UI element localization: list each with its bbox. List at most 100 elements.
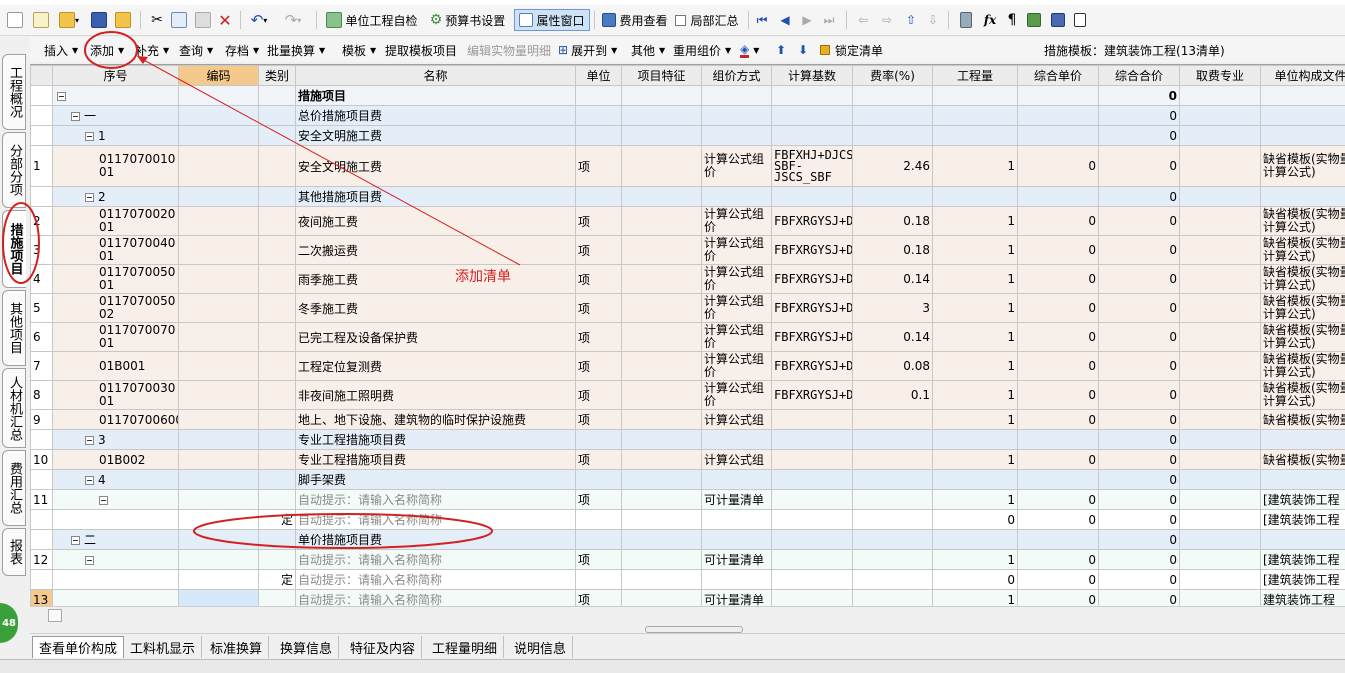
table-row[interactable]: 2 011707002001 夜间施工费项 计算公式组价FBFXRGYSJ+DJCS_…	[30, 206, 1345, 236]
price-cell[interactable]: 0	[1017, 264, 1099, 294]
code-cell[interactable]	[178, 429, 259, 450]
code-cell[interactable]	[178, 449, 259, 470]
method-cell[interactable]: 计算公式组	[701, 409, 772, 430]
type-cell[interactable]	[258, 105, 296, 126]
name-cell[interactable]: 冬季施工费	[295, 293, 576, 323]
row-number-cell[interactable]: 11	[30, 489, 53, 510]
name-cell[interactable]: 自动提示：请输入名称简称	[295, 509, 576, 530]
seq-cell[interactable]: 011707003001	[52, 380, 179, 410]
feature-cell[interactable]	[621, 206, 702, 236]
total-cell[interactable]: 0	[1098, 293, 1180, 323]
feature-cell[interactable]	[621, 429, 702, 450]
code-cell[interactable]	[178, 293, 259, 323]
save-icon[interactable]	[90, 9, 108, 31]
price-cell[interactable]: 0	[1017, 380, 1099, 410]
total-cell[interactable]: 0	[1098, 449, 1180, 470]
type-cell[interactable]: 定	[258, 509, 296, 530]
row-number-cell[interactable]: 5	[30, 293, 53, 323]
row-number-cell[interactable]: 3	[30, 235, 53, 265]
local-summary-toggle[interactable]: 局部汇总	[672, 9, 742, 31]
qty-cell[interactable]	[932, 469, 1018, 490]
file-cell[interactable]: 缺省模板(实物量计算公式)	[1260, 145, 1345, 187]
prof-cell[interactable]	[1179, 380, 1261, 410]
price-cell[interactable]: 0	[1017, 351, 1099, 381]
type-cell[interactable]	[258, 206, 296, 236]
qty-cell[interactable]	[932, 529, 1018, 550]
total-cell[interactable]: 0	[1098, 145, 1180, 187]
method-cell[interactable]: 计算公式组价	[701, 351, 772, 381]
file-cell[interactable]: 缺省模板(实物量计算公式)	[1260, 293, 1345, 323]
method-cell[interactable]: 计算公式组价	[701, 293, 772, 323]
insert-menu[interactable]: 插入 ▼	[44, 41, 78, 59]
name-cell[interactable]: 单价措施项目费	[295, 529, 576, 550]
book-icon[interactable]	[1050, 9, 1066, 31]
row-number-cell[interactable]	[30, 569, 53, 590]
rate-cell[interactable]: 0.18	[852, 206, 933, 236]
name-cell[interactable]: 脚手架费	[295, 469, 576, 490]
row-number-cell[interactable]	[30, 529, 53, 550]
type-cell[interactable]	[258, 380, 296, 410]
row-number-cell[interactable]: 4	[30, 264, 53, 294]
collapse-toggle-icon[interactable]	[99, 495, 108, 505]
edit-quantity-button[interactable]: 编辑实物量明细	[467, 41, 551, 59]
file-cell[interactable]: 缺省模板(实物量计算公式)	[1260, 322, 1345, 352]
collapse-toggle-icon[interactable]	[85, 555, 94, 565]
supplement-menu[interactable]: 补充 ▼	[135, 41, 169, 59]
feature-cell[interactable]	[621, 469, 702, 490]
unit-cell[interactable]: 项	[575, 264, 622, 294]
price-cell[interactable]: 0	[1017, 235, 1099, 265]
name-header[interactable]: 名称	[295, 65, 576, 86]
feature-cell[interactable]	[621, 322, 702, 352]
price-cell[interactable]: 0	[1017, 489, 1099, 510]
move-right-icon[interactable]: ⇨	[880, 9, 894, 31]
table-row[interactable]: 13 自动提示：请输入名称简称项可计量清单 1 0 0 建筑装饰工程	[30, 589, 1345, 606]
row-number-cell[interactable]: 12	[30, 549, 53, 570]
table-row[interactable]: 11 自动提示：请输入名称简称项可计量清单 1 0 0 [建筑装饰工程	[30, 489, 1345, 510]
row-number-cell[interactable]: 2	[30, 206, 53, 236]
prof-cell[interactable]	[1179, 235, 1261, 265]
seq-cell[interactable]: 一	[52, 105, 179, 126]
collapse-toggle-icon[interactable]	[57, 91, 66, 101]
type-cell[interactable]	[258, 235, 296, 265]
total-cell[interactable]: 0	[1098, 351, 1180, 381]
unit-cell[interactable]	[575, 509, 622, 530]
tab-cost-summary[interactable]: 费用汇总	[2, 450, 26, 526]
prof-cell[interactable]	[1179, 409, 1261, 430]
seq-cell[interactable]: 011707005001	[52, 264, 179, 294]
prof-cell[interactable]	[1179, 429, 1261, 450]
feature-cell[interactable]	[621, 235, 702, 265]
qty-cell[interactable]: 1	[932, 549, 1018, 570]
method-cell[interactable]: 可计量清单	[701, 589, 772, 606]
save-as-icon[interactable]	[114, 9, 132, 31]
save-archive-menu[interactable]: 存档 ▼	[225, 41, 259, 59]
row-number-cell[interactable]: 1	[30, 145, 53, 187]
seq-cell[interactable]	[52, 549, 179, 570]
tab-unit-price-composition[interactable]: 查看单价构成	[32, 636, 125, 658]
method-cell[interactable]	[701, 509, 772, 530]
total-cell[interactable]: 0	[1098, 589, 1180, 606]
code-cell[interactable]	[178, 264, 259, 294]
collapse-toggle-icon[interactable]	[85, 435, 94, 445]
seq-cell[interactable]: 011707007001	[52, 322, 179, 352]
price-cell[interactable]: 0	[1017, 589, 1099, 606]
qty-cell[interactable]: 1	[932, 589, 1018, 606]
rate-cell[interactable]: 0.14	[852, 264, 933, 294]
seq-cell[interactable]: 二	[52, 529, 179, 550]
table-row[interactable]: 定自动提示：请输入名称简称 0 0 0 [建筑装饰工程	[30, 569, 1345, 590]
type-cell[interactable]	[258, 469, 296, 490]
table-row[interactable]: 定自动提示：请输入名称简称 0 0 0 [建筑装饰工程	[30, 509, 1345, 530]
scroll-left-button[interactable]	[48, 609, 62, 622]
code-cell[interactable]	[178, 105, 259, 126]
total-cell[interactable]: 0	[1098, 105, 1180, 126]
code-cell[interactable]	[178, 235, 259, 265]
type-cell[interactable]	[258, 589, 296, 606]
prof-cell[interactable]	[1179, 509, 1261, 530]
table-row[interactable]: 5 011707005002 冬季施工费项 计算公式组价FBFXRGYSJ+DJCS_…	[30, 293, 1345, 323]
name-cell[interactable]: 夜间施工费	[295, 206, 576, 236]
rate-cell[interactable]: 0.1	[852, 380, 933, 410]
method-cell[interactable]	[701, 85, 772, 106]
seq-cell[interactable]: 011707005002	[52, 293, 179, 323]
rate-cell[interactable]	[852, 186, 933, 207]
add-menu[interactable]: 添加 ▼	[90, 41, 124, 59]
total-cell[interactable]: 0	[1098, 85, 1180, 106]
